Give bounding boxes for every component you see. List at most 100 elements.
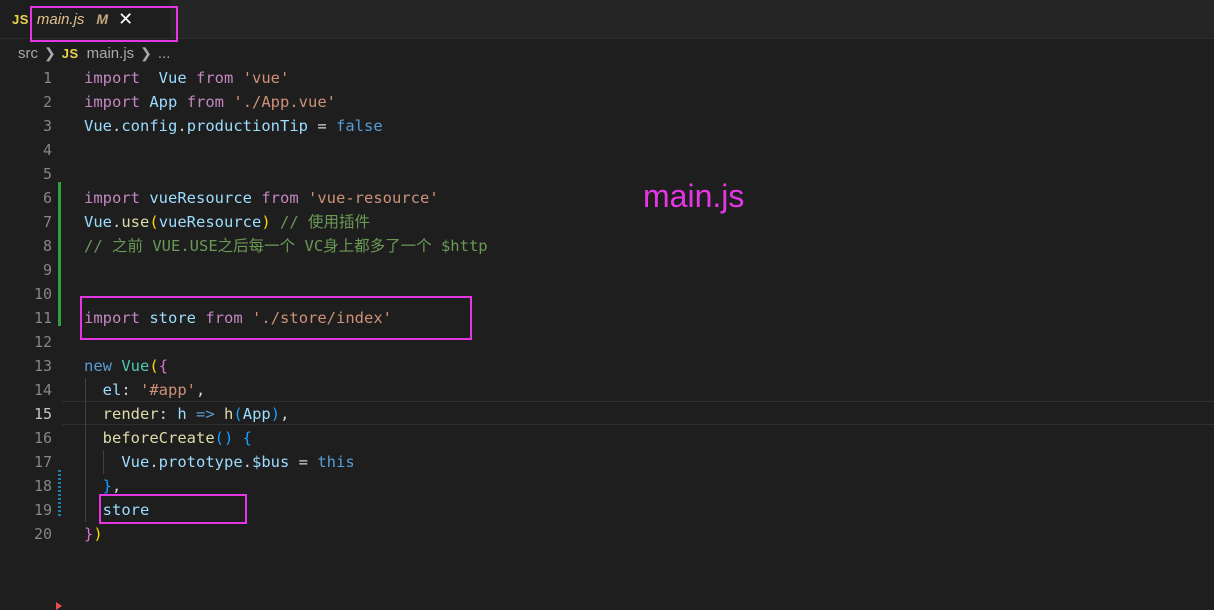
code-token: Vue: [121, 453, 150, 471]
code-line[interactable]: 16 beforeCreate() {: [0, 426, 1214, 450]
code-token: .: [112, 213, 122, 231]
breadcrumb-symbol[interactable]: ...: [158, 45, 171, 62]
code-token: :: [158, 405, 178, 423]
annotation-label: main.js: [643, 178, 745, 214]
code-text[interactable]: beforeCreate() {: [84, 426, 252, 450]
line-number: 7: [42, 213, 52, 231]
code-token: {: [242, 429, 253, 447]
breadcrumb-file[interactable]: main.js: [87, 45, 135, 62]
code-line[interactable]: 11 import store from './store/index': [0, 306, 1214, 330]
code-token: }: [84, 525, 94, 543]
line-number: 2: [42, 93, 52, 111]
code-text[interactable]: Vue.use(vueResource) // 使用插件: [84, 210, 370, 234]
code-line[interactable]: 2 import App from './App.vue': [0, 90, 1214, 114]
line-number: 1: [42, 69, 52, 87]
code-token: from: [196, 69, 234, 87]
code-token: App: [149, 93, 178, 111]
code-line[interactable]: 5: [0, 162, 1214, 186]
code-token: prototype: [158, 453, 243, 471]
code-line[interactable]: 7 Vue.use(vueResource) // 使用插件: [0, 210, 1214, 234]
code-token: 'vue': [242, 69, 290, 87]
chevron-right-icon: ❯: [140, 44, 152, 61]
code-token: // 之前 VUE.USE之后每一个 VC身上都多了一个 $http: [84, 237, 488, 255]
code-token: ,: [196, 381, 206, 399]
code-token: this: [317, 453, 355, 471]
code-token: ): [270, 405, 281, 423]
code-token: 'vue-resource': [308, 189, 439, 207]
code-line[interactable]: 10: [0, 282, 1214, 306]
line-number: 9: [42, 261, 52, 279]
code-text[interactable]: },: [84, 474, 122, 498]
code-text[interactable]: el: '#app',: [84, 378, 206, 402]
code-token: .: [112, 117, 122, 135]
code-token: {: [158, 357, 169, 375]
breadcrumb-folder[interactable]: src: [18, 45, 38, 62]
code-line[interactable]: 17 Vue.prototype.$bus = this: [0, 450, 1214, 474]
code-token: (: [149, 213, 159, 231]
code-line[interactable]: 15 render: h => h(App),: [0, 402, 1214, 426]
code-token: use: [121, 213, 150, 231]
code-text[interactable]: import Vue from 'vue': [84, 66, 289, 90]
code-line[interactable]: 9: [0, 258, 1214, 282]
code-line[interactable]: 3 Vue.config.productionTip = false: [0, 114, 1214, 138]
code-token: Vue: [84, 117, 112, 135]
code-text[interactable]: Vue.config.productionTip = false: [84, 114, 383, 138]
code-token: new: [84, 357, 112, 375]
code-line[interactable]: 13 new Vue({: [0, 354, 1214, 378]
line-number: 17: [33, 453, 52, 471]
code-token: Vue: [84, 213, 112, 231]
code-line[interactable]: 19 store: [0, 498, 1214, 522]
code-token: =>: [196, 405, 215, 423]
code-text[interactable]: render: h => h(App),: [84, 402, 290, 426]
code-line[interactable]: 1 import Vue from 'vue': [0, 66, 1214, 90]
tab-main-js[interactable]: JS main.js M ✕: [0, 0, 170, 38]
code-text[interactable]: // 之前 VUE.USE之后每一个 VC身上都多了一个 $http: [84, 234, 488, 258]
code-text[interactable]: new Vue({: [84, 354, 168, 378]
code-text[interactable]: Vue.prototype.$bus = this: [84, 450, 355, 474]
code-line[interactable]: 20}): [0, 522, 1214, 546]
code-token: from: [205, 309, 243, 327]
code-line[interactable]: 6 import vueResource from 'vue-resource': [0, 186, 1214, 210]
code-line[interactable]: 4: [0, 138, 1214, 162]
code-token: from: [261, 189, 299, 207]
code-editor[interactable]: 1 import Vue from 'vue' 2 import App from '…: [0, 66, 1214, 610]
code-line[interactable]: 14 el: '#app',: [0, 378, 1214, 402]
code-token: ): [93, 525, 103, 543]
code-token: './App.vue': [233, 93, 337, 111]
code-text[interactable]: import store from './store/index': [84, 306, 392, 330]
code-line[interactable]: 18 },: [0, 474, 1214, 498]
code-token: store: [102, 501, 150, 519]
code-token: (): [214, 429, 234, 447]
modified-badge: M: [96, 11, 109, 27]
code-token: import: [84, 189, 140, 207]
deleted-line-marker[interactable]: [56, 602, 62, 610]
code-token: .: [149, 453, 159, 471]
close-icon[interactable]: ✕: [118, 9, 133, 30]
code-text[interactable]: import App from './App.vue': [84, 90, 336, 114]
code-text[interactable]: store: [84, 498, 150, 522]
breadcrumb: src ❯ JS main.js ❯ ...: [0, 39, 1214, 67]
line-number: 6: [42, 189, 52, 207]
code-token: import: [84, 309, 140, 327]
code-line[interactable]: 12: [0, 330, 1214, 354]
line-number: 4: [42, 141, 52, 159]
code-token: :: [121, 381, 141, 399]
code-line[interactable]: 8 // 之前 VUE.USE之后每一个 VC身上都多了一个 $http: [0, 234, 1214, 258]
code-token: vueResource: [149, 189, 252, 207]
line-number: 19: [33, 501, 52, 519]
code-text[interactable]: }): [84, 522, 103, 546]
line-number: 13: [33, 357, 52, 375]
code-text[interactable]: import vueResource from 'vue-resource': [84, 186, 439, 210]
code-token: .: [177, 117, 187, 135]
code-token: Vue: [121, 357, 150, 375]
